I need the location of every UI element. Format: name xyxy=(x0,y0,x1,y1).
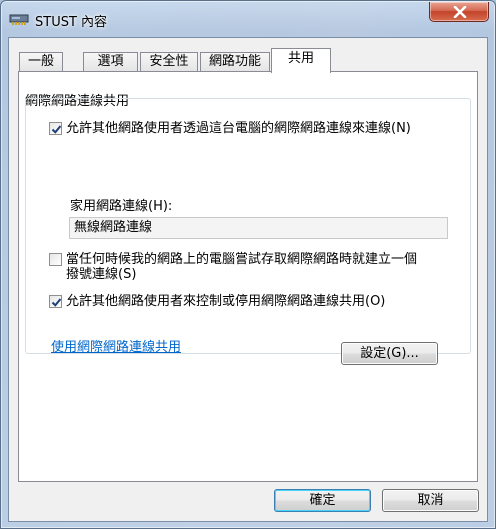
tab-options[interactable]: 選項 xyxy=(83,52,138,72)
close-button[interactable] xyxy=(429,2,489,22)
tab-general[interactable]: 一般 xyxy=(19,52,63,72)
ok-button[interactable]: 確定 xyxy=(274,489,371,512)
dial-on-demand-label: 當任何時候我的網路上的電腦嘗試存取網際網路時就建立一個撥號連線(S) xyxy=(66,252,418,282)
check-icon xyxy=(51,125,62,134)
network-adapter-icon xyxy=(9,13,29,25)
tab-networking[interactable]: 網路功能 xyxy=(200,52,270,72)
home-connection-field[interactable]: 無線網路連線 xyxy=(69,217,448,239)
cancel-button[interactable]: 取消 xyxy=(382,489,479,512)
home-connection-label: 家用網路連線(H): xyxy=(70,199,173,214)
sharing-tab-panel: 網際網路連線共用 允許其他網路使用者透過這台電腦的網際網路連線來連線(N) 家用… xyxy=(18,71,478,482)
allow-share-checkbox[interactable] xyxy=(49,122,62,135)
tab-security[interactable]: 安全性 xyxy=(140,52,198,72)
allow-control-label: 允許其他網路使用者來控制或停用網際網路連線共用(O) xyxy=(66,294,386,309)
dialog-client-area: 一般 選項 安全性 網路功能 共用 網際網路連線共用 允許其他網路使用者透過這台… xyxy=(8,37,488,522)
window-title: STUST 內容 xyxy=(35,15,108,30)
check-icon xyxy=(51,298,62,307)
ics-help-link[interactable]: 使用網際網路連線共用 xyxy=(51,336,181,355)
dial-on-demand-checkbox[interactable] xyxy=(49,253,62,266)
allow-share-label: 允許其他網路使用者透過這台電腦的網際網路連線來連線(N) xyxy=(66,121,411,136)
allow-control-checkbox[interactable] xyxy=(49,295,62,308)
dialog-window: STUST 內容 一般 選項 安全性 網路功能 共用 網際網路連線共用 允許其他… xyxy=(0,0,496,529)
tab-sharing[interactable]: 共用 xyxy=(271,48,331,73)
title-bar[interactable]: STUST 內容 xyxy=(1,1,495,37)
settings-button[interactable]: 設定(G)... xyxy=(341,342,438,365)
close-icon xyxy=(453,6,467,18)
